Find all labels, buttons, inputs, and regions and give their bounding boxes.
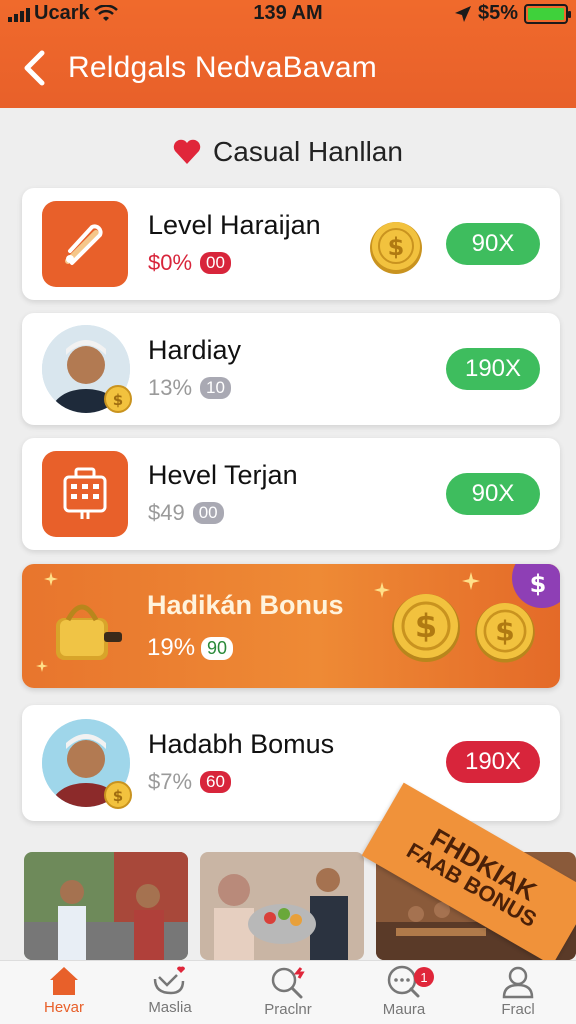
multiplier-pill[interactable]: 190X bbox=[446, 741, 540, 783]
gold-bag-icon bbox=[56, 604, 122, 660]
card-title: Hadabh Bomus bbox=[148, 729, 335, 759]
card-sub: $0% 00 bbox=[148, 250, 231, 276]
card-title: Level Haraijan bbox=[148, 210, 321, 240]
nav-bar: Reldgals NedvaBavam bbox=[0, 40, 576, 96]
bonus-chip: 90 bbox=[201, 636, 234, 660]
profile-icon bbox=[502, 966, 534, 999]
tab-label: Maura bbox=[382, 1001, 426, 1018]
search-icon bbox=[271, 967, 305, 999]
status-bar: Ucark 139 AM $5% bbox=[0, 0, 576, 30]
card-sub: $49 00 bbox=[148, 500, 224, 526]
tab-label: Praclnr bbox=[264, 1001, 312, 1018]
card-sub-value: $0% bbox=[148, 250, 193, 275]
gold-coin-icon: $ bbox=[370, 222, 422, 274]
tab-label: Hevar bbox=[43, 999, 84, 1016]
notification-badge: 1 bbox=[414, 967, 434, 987]
coin-badge-icon: $ bbox=[104, 385, 132, 413]
card-title: Hardiay bbox=[148, 335, 242, 365]
offer-card[interactable]: Level Haraijan $0% 00 $ 90X bbox=[22, 188, 560, 300]
battery-percent: $5% bbox=[477, 2, 518, 24]
gold-coin-icon: $ bbox=[392, 594, 460, 662]
sparkle-icon bbox=[44, 572, 58, 586]
heart-icon bbox=[173, 139, 201, 164]
card-chip: 10 bbox=[200, 377, 231, 399]
tab-favorites[interactable]: Maslia bbox=[122, 965, 218, 1024]
card-sub: $7% 60 bbox=[148, 769, 231, 795]
safety-pin-icon bbox=[65, 224, 103, 265]
card-chip: 60 bbox=[200, 771, 231, 793]
svg-text:$: $ bbox=[415, 607, 437, 645]
svg-text:$: $ bbox=[495, 615, 514, 648]
status-right: $5% bbox=[454, 2, 571, 25]
dollar-badge-icon[interactable]: $ bbox=[508, 564, 560, 612]
svg-text:$: $ bbox=[113, 787, 123, 805]
tab-home[interactable]: Hevar bbox=[16, 965, 112, 1024]
svg-text:$: $ bbox=[530, 570, 547, 598]
card-sub-value: 13% bbox=[148, 375, 193, 400]
multiplier-pill[interactable]: 190X bbox=[446, 348, 540, 390]
card-sub-value: $7% bbox=[148, 769, 193, 794]
bonus-card[interactable]: Hadikán Bonus 19% 90 $ $ $ bbox=[22, 564, 560, 688]
section-header: Casual Hanllan bbox=[0, 130, 576, 174]
tab-profile[interactable]: Fracl bbox=[470, 965, 566, 1024]
offer-card[interactable]: $ Hadabh Bomus $7% 60 190X bbox=[22, 705, 560, 821]
bonus-sub: 19% 90 bbox=[147, 634, 234, 662]
home-icon bbox=[50, 967, 78, 995]
pin-thumb bbox=[42, 201, 128, 287]
multiplier-pill[interactable]: 90X bbox=[446, 473, 540, 515]
sparkle-icon bbox=[36, 660, 48, 672]
bonus-title: Hadikán Bonus bbox=[147, 590, 344, 620]
tab-messages[interactable]: 1 Maura bbox=[356, 965, 452, 1024]
offer-card[interactable]: $ Hardiay 13% 10 190X bbox=[22, 313, 560, 425]
tab-search[interactable]: Praclnr bbox=[240, 965, 336, 1024]
back-chevron-icon[interactable] bbox=[14, 48, 54, 88]
section-title: Casual Hanllan bbox=[213, 136, 403, 167]
card-title: Hevel Terjan bbox=[148, 460, 298, 490]
page-title: Reldgals NedvaBavam bbox=[68, 51, 377, 84]
tab-label: Fracl bbox=[501, 1001, 535, 1018]
tab-bar: Hevar Maslia Praclnr 1 Maura Fracl bbox=[0, 960, 576, 1024]
bonus-sub-value: 19% bbox=[147, 634, 196, 661]
svg-text:$: $ bbox=[113, 391, 123, 409]
multiplier-pill[interactable]: 90X bbox=[446, 223, 540, 265]
battery-icon bbox=[524, 3, 571, 24]
coin-badge-icon: $ bbox=[104, 781, 132, 809]
app-header: Ucark 139 AM $5% Reldgals NedvaBavam bbox=[0, 0, 576, 108]
card-sub-value: $49 bbox=[148, 500, 185, 525]
cash-register-icon bbox=[63, 467, 107, 519]
card-chip: 00 bbox=[200, 252, 231, 274]
offer-card[interactable]: Hevel Terjan $49 00 90X bbox=[22, 438, 560, 550]
location-arrow-icon bbox=[454, 5, 471, 22]
photo-thumbnail[interactable] bbox=[24, 852, 188, 960]
heart-box-icon bbox=[153, 966, 185, 995]
tab-label: Maslia bbox=[148, 999, 192, 1016]
svg-text:$: $ bbox=[388, 233, 405, 261]
photo-thumbnail[interactable] bbox=[200, 852, 364, 960]
calculator-thumb bbox=[42, 451, 128, 537]
card-sub: 13% 10 bbox=[148, 375, 231, 401]
card-chip: 00 bbox=[192, 502, 224, 524]
